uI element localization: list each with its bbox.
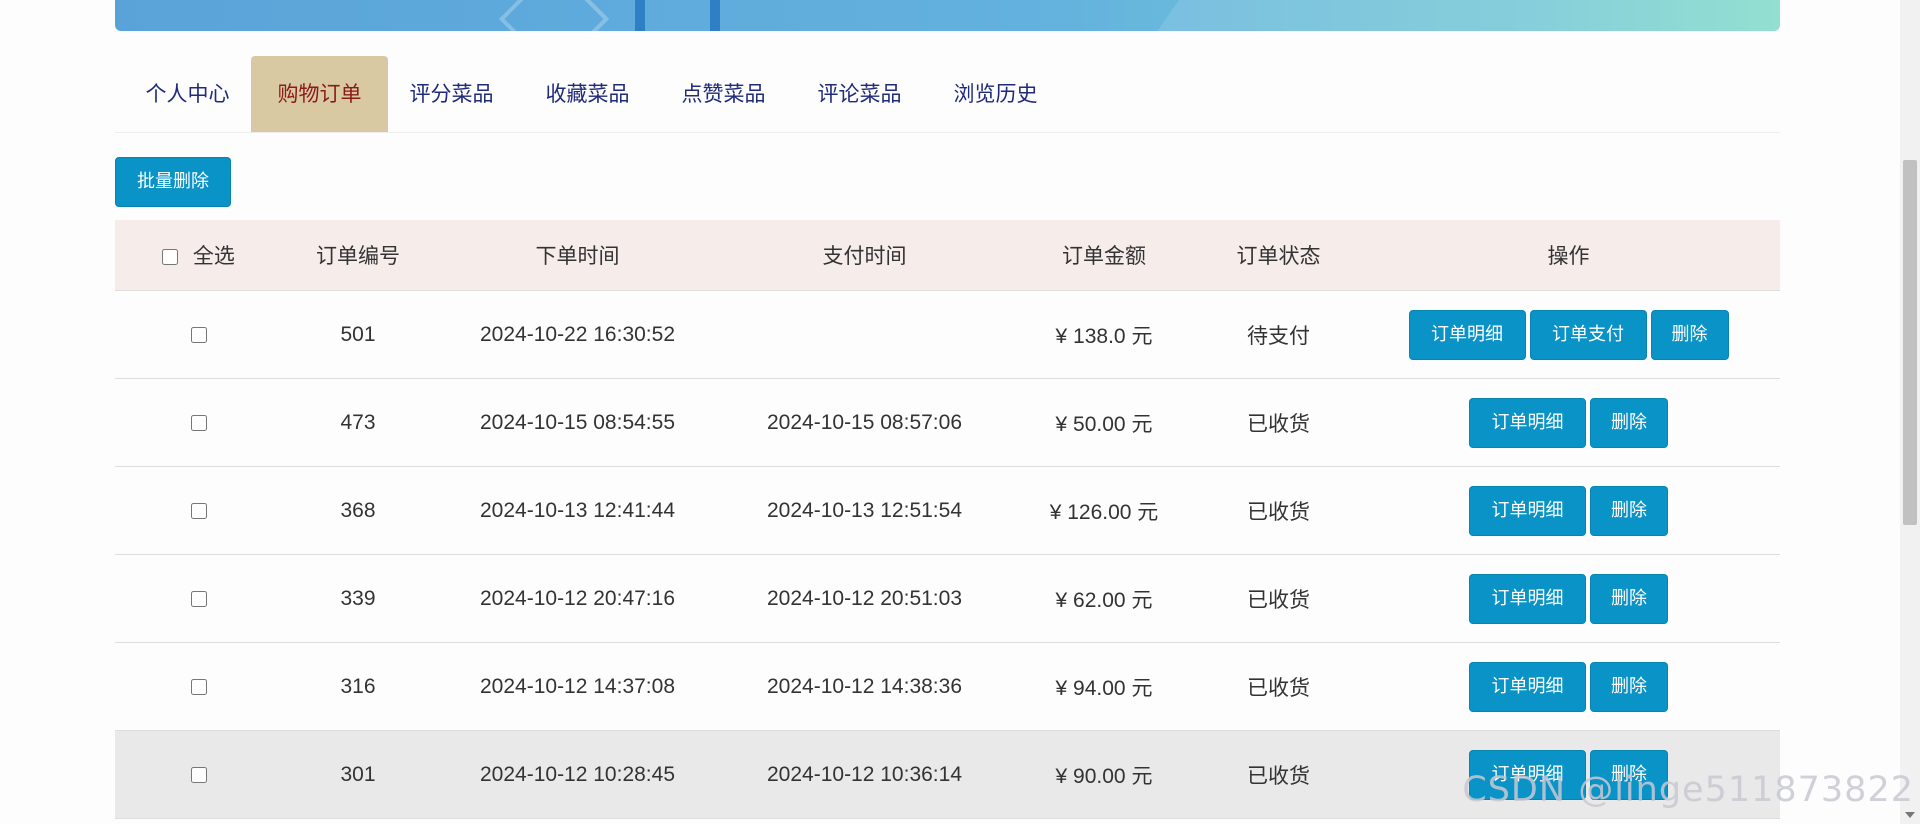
- select-all-header: 全选: [115, 220, 282, 291]
- banner-decoration: [710, 0, 720, 31]
- pay-time-cell: 2024-10-12 20:51:03: [721, 554, 1008, 643]
- row-checkbox[interactable]: [190, 502, 207, 519]
- order-time-cell: 2024-10-12 10:28:45: [434, 730, 721, 819]
- delete-button[interactable]: 删除: [1590, 485, 1668, 536]
- pay-time-header: 支付时间: [721, 220, 1008, 291]
- actions-cell: 订单明细 删除: [1357, 554, 1780, 643]
- order-no-cell: 501: [282, 290, 434, 379]
- delete-button[interactable]: 删除: [1590, 397, 1668, 448]
- actions-header: 操作: [1357, 220, 1780, 291]
- row-checkbox[interactable]: [190, 414, 207, 431]
- amount-cell: ¥ 62.00 元: [1008, 554, 1200, 643]
- status-cell: 已收货: [1200, 466, 1357, 555]
- tab-rated-dishes[interactable]: 评分菜品: [399, 56, 504, 132]
- user-center-tabs: 个人中心 购物订单 评分菜品 收藏菜品 点赞菜品 评论菜品 浏览历史: [115, 56, 1780, 133]
- scrollbar-thumb[interactable]: [1903, 160, 1917, 525]
- amount-cell: ¥ 126.00 元: [1008, 466, 1200, 555]
- order-time-cell: 2024-10-15 08:54:55: [434, 378, 721, 467]
- status-header: 订单状态: [1200, 220, 1357, 291]
- table-row: 339 2024-10-12 20:47:16 2024-10-12 20:51…: [115, 554, 1780, 643]
- order-pay-button[interactable]: 订单支付: [1529, 309, 1647, 360]
- amount-cell: ¥ 90.00 元: [1008, 730, 1200, 819]
- actions-cell: 订单明细 删除: [1357, 642, 1780, 731]
- batch-delete-button[interactable]: 批量删除: [115, 157, 231, 207]
- order-no-cell: 473: [282, 378, 434, 467]
- banner-decoration: [498, 0, 610, 31]
- amount-header: 订单金额: [1008, 220, 1200, 291]
- status-cell: 已收货: [1200, 554, 1357, 643]
- order-time-cell: 2024-10-12 14:37:08: [434, 642, 721, 731]
- actions-cell: 订单明细 订单支付 删除: [1357, 290, 1780, 379]
- row-checkbox[interactable]: [190, 678, 207, 695]
- delete-button[interactable]: 删除: [1650, 309, 1729, 360]
- order-detail-button[interactable]: 订单明细: [1469, 397, 1586, 448]
- tab-shopping-orders[interactable]: 购物订单: [251, 56, 388, 132]
- amount-cell: ¥ 94.00 元: [1008, 642, 1200, 731]
- pay-time-cell: 2024-10-15 08:57:06: [721, 378, 1008, 467]
- tab-personal-center[interactable]: 个人中心: [135, 56, 240, 132]
- status-cell: 已收货: [1200, 642, 1357, 731]
- tab-favorite-dishes[interactable]: 收藏菜品: [535, 56, 640, 132]
- order-no-cell: 368: [282, 466, 434, 555]
- order-no-header: 订单编号: [282, 220, 434, 291]
- amount-cell: ¥ 138.0 元: [1008, 290, 1200, 379]
- amount-cell: ¥ 50.00 元: [1008, 378, 1200, 467]
- row-checkbox[interactable]: [190, 326, 207, 343]
- actions-cell: 订单明细 删除: [1357, 378, 1780, 467]
- table-row: 316 2024-10-12 14:37:08 2024-10-12 14:38…: [115, 642, 1780, 731]
- pay-time-cell: 2024-10-12 10:36:14: [721, 730, 1008, 819]
- table-row: 473 2024-10-15 08:54:55 2024-10-15 08:57…: [115, 378, 1780, 467]
- order-detail-button[interactable]: 订单明细: [1469, 573, 1586, 624]
- order-no-cell: 316: [282, 642, 434, 731]
- order-detail-button[interactable]: 订单明细: [1469, 485, 1586, 536]
- table-row: 501 2024-10-22 16:30:52 ¥ 138.0 元 待支付 订单…: [115, 290, 1780, 379]
- watermark: CSDN @linge511873822: [1462, 770, 1914, 810]
- status-cell: 已收货: [1200, 730, 1357, 819]
- order-no-cell: 339: [282, 554, 434, 643]
- pay-time-cell: 2024-10-13 12:51:54: [721, 466, 1008, 555]
- tab-browsing-history[interactable]: 浏览历史: [943, 56, 1048, 132]
- order-time-cell: 2024-10-13 12:41:44: [434, 466, 721, 555]
- order-time-cell: 2024-10-12 20:47:16: [434, 554, 721, 643]
- order-detail-button[interactable]: 订单明细: [1469, 661, 1586, 712]
- banner-decoration: [1122, 0, 1780, 31]
- top-banner: [115, 0, 1780, 31]
- delete-button[interactable]: 删除: [1590, 661, 1668, 712]
- pay-time-cell: 2024-10-12 14:38:36: [721, 642, 1008, 731]
- select-all-label: 全选: [192, 244, 235, 268]
- order-no-cell: 301: [282, 730, 434, 819]
- row-checkbox[interactable]: [190, 766, 207, 783]
- row-checkbox[interactable]: [190, 590, 207, 607]
- actions-cell: 订单明细 删除: [1357, 466, 1780, 555]
- select-all-checkbox[interactable]: [162, 249, 179, 265]
- tab-liked-dishes[interactable]: 点赞菜品: [671, 56, 776, 132]
- vertical-scrollbar[interactable]: [1900, 0, 1920, 824]
- status-cell: 待支付: [1200, 290, 1357, 379]
- order-time-cell: 2024-10-22 16:30:52: [434, 290, 721, 379]
- table-header-row: 全选 订单编号 下单时间 支付时间 订单金额 订单状态 操作: [115, 220, 1780, 291]
- order-time-header: 下单时间: [434, 220, 721, 291]
- status-cell: 已收货: [1200, 378, 1357, 467]
- order-detail-button[interactable]: 订单明细: [1408, 309, 1526, 360]
- tab-commented-dishes[interactable]: 评论菜品: [807, 56, 912, 132]
- table-row: 368 2024-10-13 12:41:44 2024-10-13 12:51…: [115, 466, 1780, 555]
- banner-decoration: [635, 0, 645, 31]
- delete-button[interactable]: 删除: [1590, 573, 1668, 624]
- scroll-down-arrow-icon[interactable]: [1905, 812, 1915, 818]
- pay-time-cell: [721, 290, 1008, 379]
- orders-table: 全选 订单编号 下单时间 支付时间 订单金额 订单状态 操作 501 2024-…: [115, 220, 1780, 819]
